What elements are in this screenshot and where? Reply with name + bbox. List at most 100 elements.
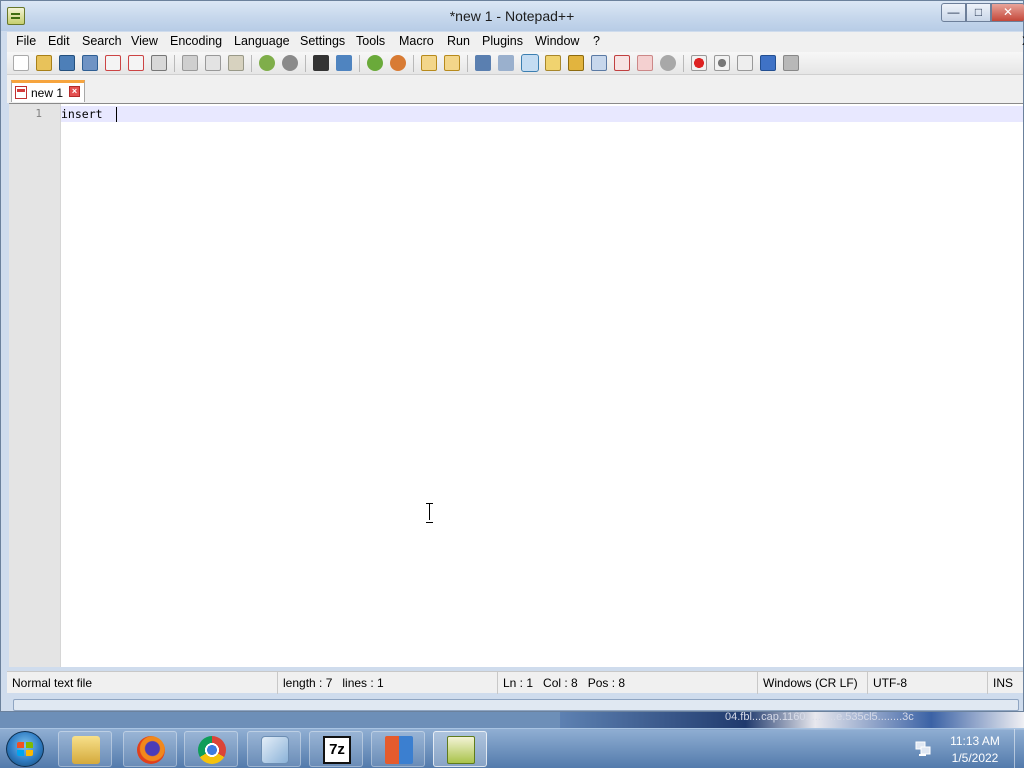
undo-icon[interactable] xyxy=(259,55,275,71)
playback-macro-icon[interactable] xyxy=(737,55,753,71)
horizontal-scrollbar[interactable] xyxy=(13,699,1019,711)
folder-workspace-icon[interactable] xyxy=(591,55,607,71)
clock-date[interactable]: 1/5/2022 xyxy=(940,751,1010,765)
menu-settings[interactable]: Settings xyxy=(300,34,345,48)
word-wrap-icon[interactable] xyxy=(475,55,491,71)
menu-window[interactable]: Window xyxy=(535,34,579,48)
status-bar: Normal text file length : 7 lines : 1 Ln … xyxy=(7,671,1023,694)
close-icon[interactable] xyxy=(105,55,121,71)
menu-plugins[interactable]: Plugins xyxy=(482,34,523,48)
tab-bar: new 1 × xyxy=(7,75,1023,103)
taskbar-windows-explorer[interactable] xyxy=(58,731,112,767)
tab-label: new 1 xyxy=(31,86,64,100)
ibeam-cursor-icon xyxy=(425,503,434,523)
taskbar-7zip[interactable]: 7z xyxy=(309,731,363,767)
status-insert-mode[interactable]: INS xyxy=(987,672,1023,694)
chrome-icon xyxy=(198,736,226,764)
status-file-type: Normal text file xyxy=(12,676,93,690)
current-line-highlight xyxy=(61,106,1023,122)
tab-new-1[interactable]: new 1 × xyxy=(11,80,85,102)
run-macro-multiple-icon[interactable] xyxy=(760,55,776,71)
close-doc-map-icon[interactable] xyxy=(637,55,653,71)
status-ln: Ln : 1 xyxy=(503,676,534,690)
app-icon xyxy=(261,736,289,764)
menu-edit[interactable]: Edit xyxy=(48,34,70,48)
maximize-button[interactable]: □ xyxy=(966,3,991,22)
replace-icon[interactable] xyxy=(336,55,352,71)
zoom-in-icon[interactable] xyxy=(367,55,383,71)
save-icon[interactable] xyxy=(59,55,75,71)
show-all-characters-icon[interactable] xyxy=(498,55,514,71)
find-icon[interactable] xyxy=(313,55,329,71)
menu-run[interactable]: Run xyxy=(447,34,470,48)
menu-bar: File Edit Search View Encoding Language … xyxy=(7,32,1024,52)
indent-guide-icon[interactable] xyxy=(521,54,539,72)
close-all-icon[interactable] xyxy=(128,55,144,71)
text-caret xyxy=(116,107,117,122)
save-macro-icon[interactable] xyxy=(783,55,799,71)
doc-map-icon[interactable] xyxy=(545,55,561,71)
notepadpp-window: *new 1 - Notepad++ — □ ✕ File Edit Searc… xyxy=(0,0,1024,712)
status-length-section: length : 7 lines : 1 xyxy=(277,672,497,694)
status-pos: Pos : 8 xyxy=(587,676,626,690)
sync-horizontal-icon[interactable] xyxy=(444,55,460,71)
taskbar-notepadpp[interactable] xyxy=(433,731,487,767)
menu-help[interactable]: ? xyxy=(593,34,600,48)
taskbar-firefox[interactable] xyxy=(123,731,177,767)
toolbar-separator xyxy=(305,55,306,72)
editor-line[interactable]: insert xyxy=(61,106,109,122)
menu-encoding[interactable]: Encoding xyxy=(170,34,222,48)
taskbar-app[interactable] xyxy=(247,731,301,767)
minimize-button[interactable]: — xyxy=(941,3,966,22)
menu-language[interactable]: Language xyxy=(234,34,290,48)
clock-time[interactable]: 11:13 AM xyxy=(940,734,1010,748)
zoom-out-icon[interactable] xyxy=(390,55,406,71)
monitoring-icon[interactable] xyxy=(614,55,630,71)
menu-file[interactable]: File xyxy=(16,34,36,48)
toolbar-separator xyxy=(683,55,684,72)
new-file-icon[interactable] xyxy=(13,55,29,71)
toolbar-separator xyxy=(467,55,468,72)
menu-tools[interactable]: Tools xyxy=(356,34,385,48)
firefox-icon xyxy=(137,736,165,764)
taskbar-app[interactable] xyxy=(371,731,425,767)
start-button[interactable] xyxy=(6,731,44,767)
redo-icon[interactable] xyxy=(282,55,298,71)
show-desktop-button[interactable] xyxy=(1014,729,1024,768)
network-icon[interactable] xyxy=(914,741,932,757)
tab-close-icon[interactable]: × xyxy=(69,86,80,97)
text-editor[interactable]: 1 insert xyxy=(9,103,1023,667)
save-all-icon[interactable] xyxy=(82,55,98,71)
close-button[interactable]: ✕ xyxy=(991,3,1024,22)
record-macro-icon[interactable] xyxy=(691,55,707,71)
status-lines: lines : 1 xyxy=(342,676,384,690)
function-list-icon[interactable] xyxy=(568,55,584,71)
paste-icon[interactable] xyxy=(228,55,244,71)
stop-recording-icon[interactable] xyxy=(714,55,730,71)
desktop-background-text: 04.fbl...cap.1160..........e.535cl5.....… xyxy=(725,711,914,723)
title-bar[interactable]: *new 1 - Notepad++ — □ ✕ xyxy=(1,1,1024,31)
toolbar-separator xyxy=(359,55,360,72)
copy-icon[interactable] xyxy=(205,55,221,71)
cut-icon[interactable] xyxy=(182,55,198,71)
menu-search[interactable]: Search xyxy=(82,34,122,48)
window-title: *new 1 - Notepad++ xyxy=(449,8,575,24)
notepadpp-icon xyxy=(447,736,475,764)
toolbar-separator xyxy=(174,55,175,72)
line-number-gutter[interactable]: 1 xyxy=(9,104,61,667)
toolbar-separator xyxy=(251,55,252,72)
menu-view[interactable]: View xyxy=(131,34,158,48)
search-results-icon[interactable] xyxy=(660,55,676,71)
menu-macro[interactable]: Macro xyxy=(399,34,434,48)
status-encoding[interactable]: UTF-8 xyxy=(867,672,987,694)
toolbar-separator xyxy=(413,55,414,72)
line-number: 1 xyxy=(35,107,42,120)
windows-explorer-icon xyxy=(72,736,100,764)
app-icon xyxy=(385,736,413,764)
print-icon[interactable] xyxy=(151,55,167,71)
status-eol[interactable]: Windows (CR LF) xyxy=(757,672,867,694)
7zip-icon: 7z xyxy=(323,736,351,764)
taskbar-chrome[interactable] xyxy=(184,731,238,767)
sync-vertical-icon[interactable] xyxy=(421,55,437,71)
open-file-icon[interactable] xyxy=(36,55,52,71)
